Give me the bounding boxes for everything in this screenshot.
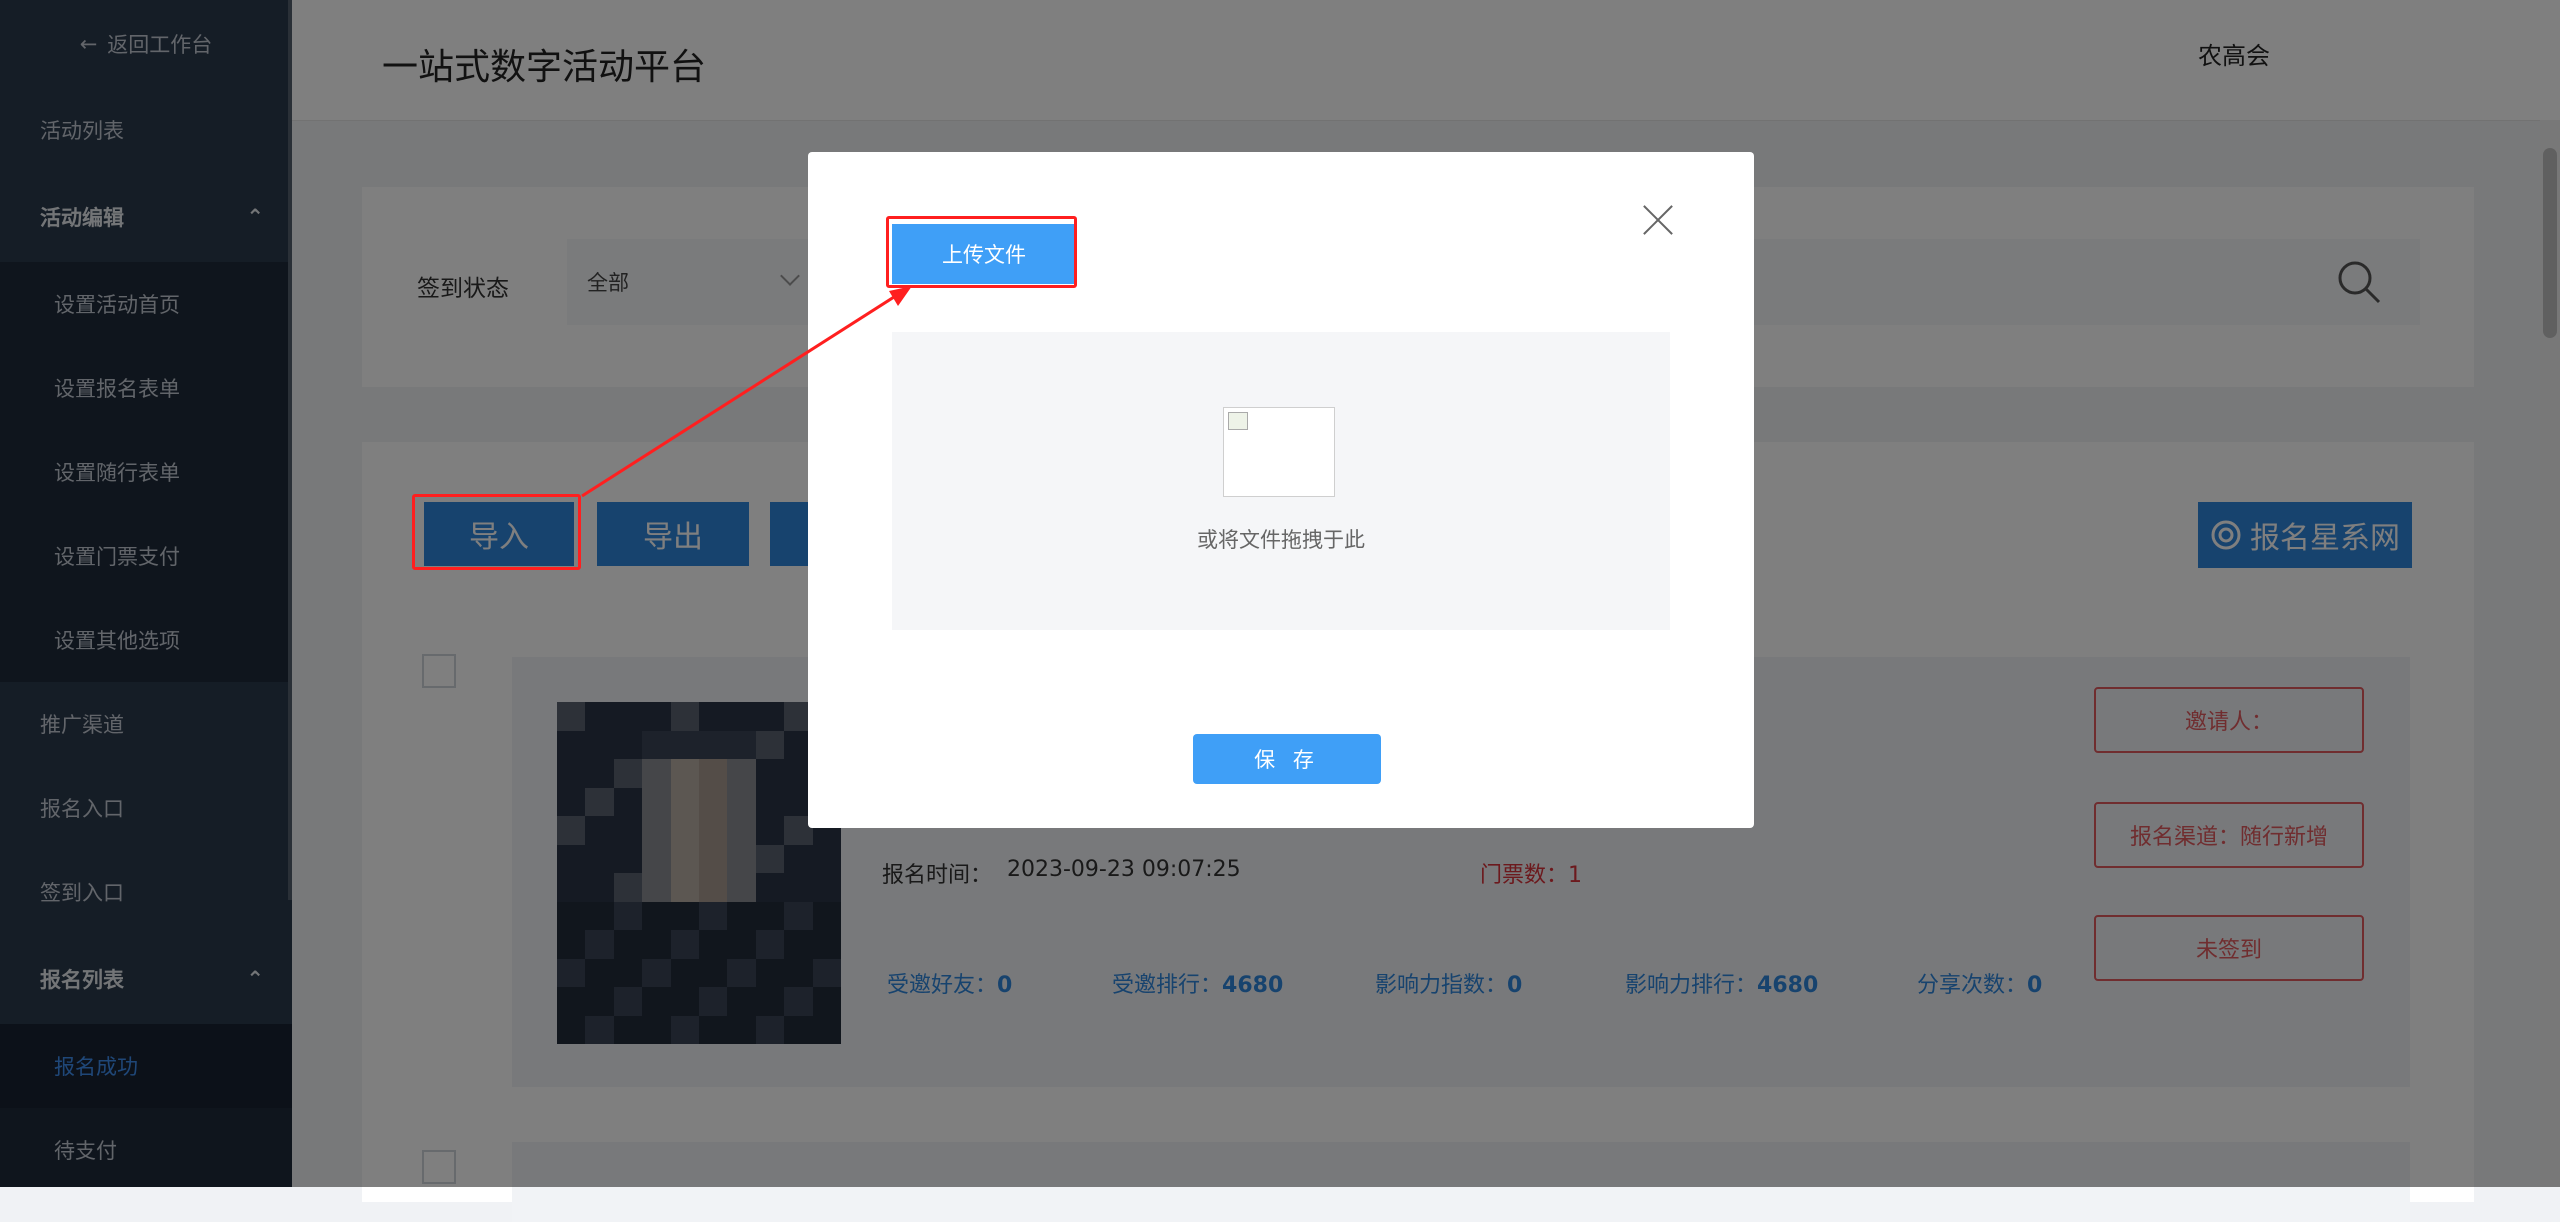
annotation-box-upload [886, 216, 1077, 288]
broken-image-icon [1223, 407, 1335, 497]
file-drop-zone[interactable]: 或将文件拖拽于此 [892, 332, 1670, 630]
annotation-box-import [412, 494, 581, 570]
drop-hint: 或将文件拖拽于此 [1197, 528, 1365, 552]
close-icon[interactable] [1640, 202, 1676, 238]
save-button[interactable]: 保 存 [1193, 734, 1381, 784]
